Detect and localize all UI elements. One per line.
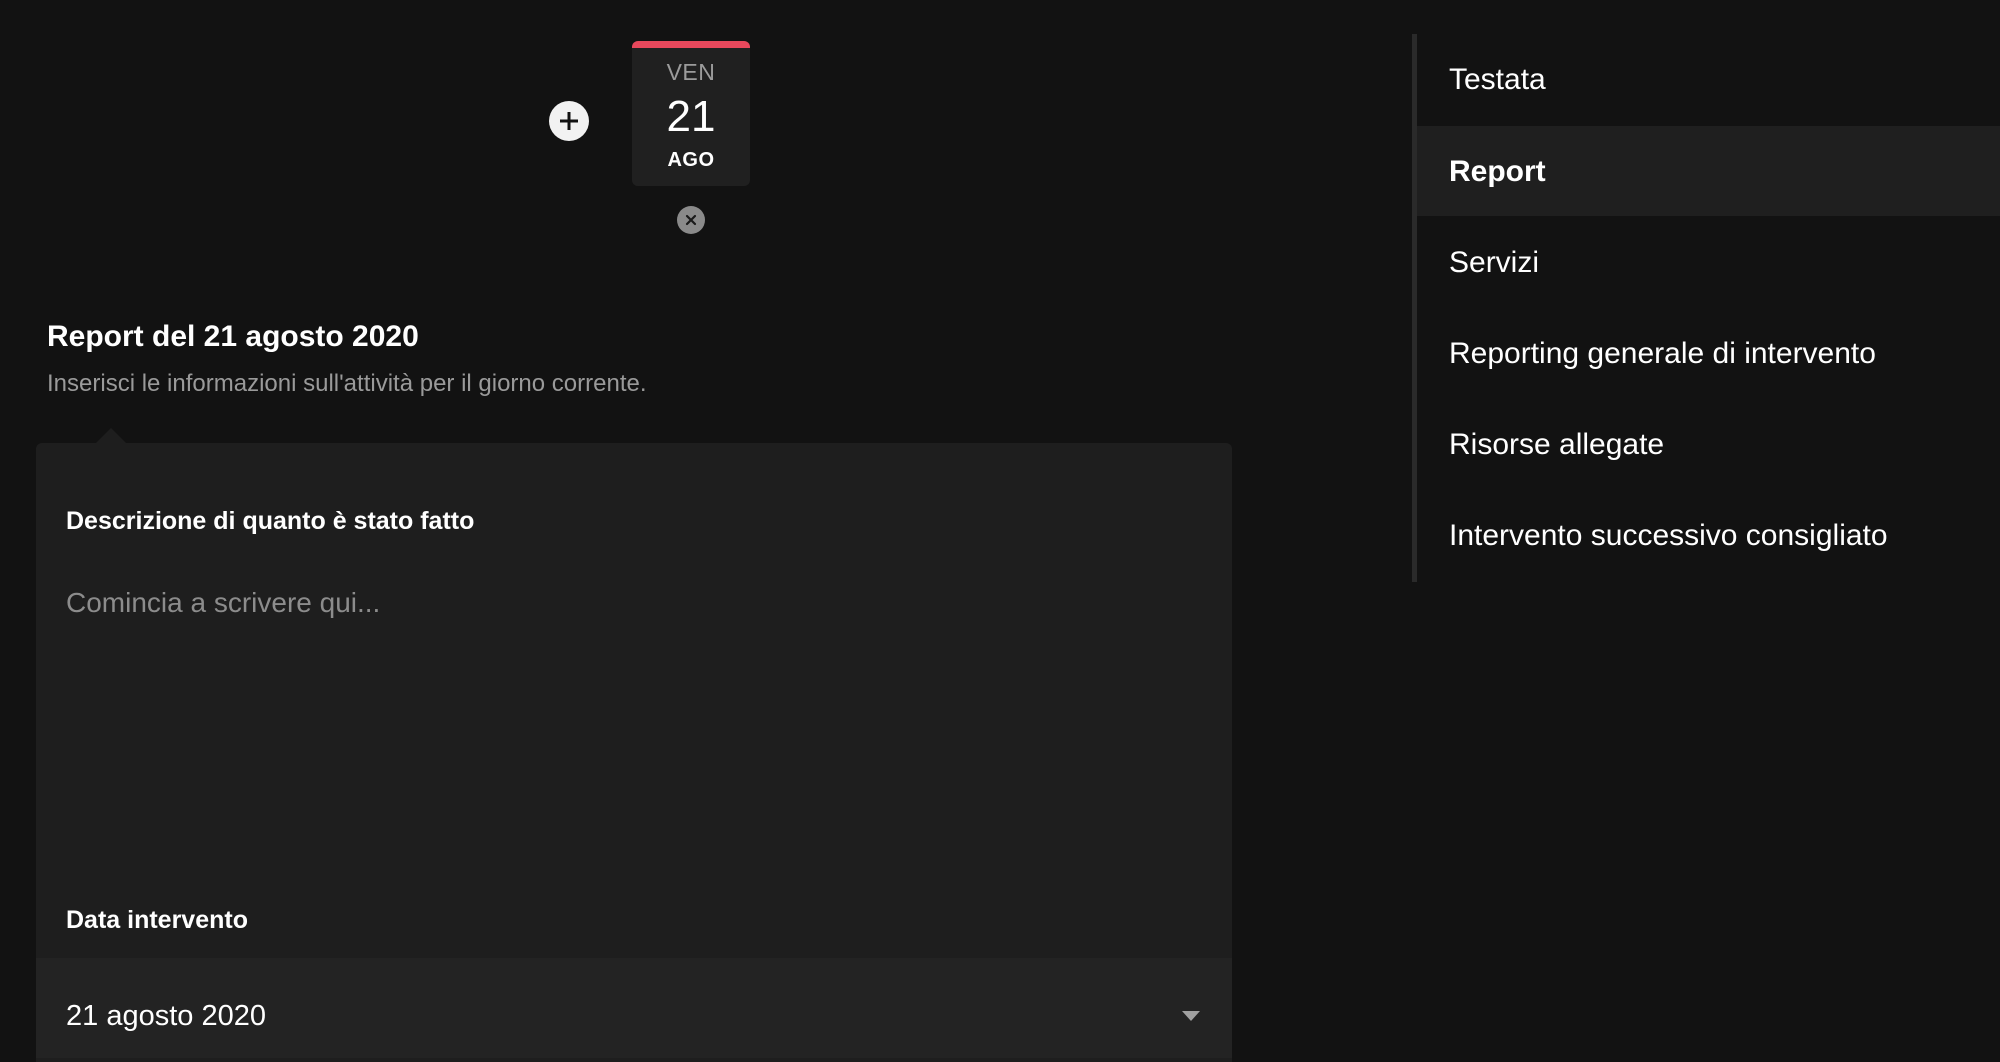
day-card-day-number: 21	[666, 92, 716, 141]
intervention-date-select[interactable]: 21 agosto 2020	[36, 958, 1232, 1058]
nav-item-testata[interactable]: Testata	[1417, 34, 2000, 124]
report-title: Report del 21 agosto 2020	[47, 320, 419, 353]
intervention-date-value: 21 agosto 2020	[66, 1000, 266, 1032]
card-pointer	[95, 428, 127, 444]
report-page: VEN 21 AGO Report del 21 agosto 2020 Ins…	[0, 0, 2000, 1062]
day-card-weekday: VEN	[666, 59, 716, 85]
intervention-date-label: Data intervento	[66, 906, 248, 934]
add-day-button[interactable]	[549, 101, 589, 141]
nav-item-servizi[interactable]: Servizi	[1417, 217, 2000, 307]
nav-item-label: Report	[1449, 155, 1546, 188]
close-icon	[685, 214, 697, 226]
nav-item-label: Risorse allegate	[1449, 428, 1665, 461]
description-textarea[interactable]	[66, 585, 1196, 865]
section-nav: Testata Report Servizi Reporting general…	[1412, 34, 2000, 582]
nav-item-label: Testata	[1449, 63, 1546, 96]
nav-item-label: Reporting generale di intervento	[1449, 337, 1876, 370]
description-label: Descrizione di quanto è stato fatto	[66, 507, 475, 535]
day-card-month: AGO	[667, 149, 715, 171]
nav-item-intervento-successivo[interactable]: Intervento successivo consigliato	[1417, 490, 2000, 580]
remove-day-button[interactable]	[677, 206, 705, 234]
nav-item-reporting-generale[interactable]: Reporting generale di intervento	[1417, 308, 2000, 398]
report-subtitle: Inserisci le informazioni sull'attività …	[47, 370, 647, 397]
plus-icon	[560, 112, 578, 130]
nav-item-label: Servizi	[1449, 246, 1540, 279]
nav-item-report[interactable]: Report	[1417, 126, 2000, 216]
nav-item-risorse-allegate[interactable]: Risorse allegate	[1417, 399, 2000, 489]
nav-item-label: Intervento successivo consigliato	[1449, 519, 1888, 552]
selected-day-card[interactable]: VEN 21 AGO	[632, 41, 750, 186]
report-form-card: Descrizione di quanto è stato fatto Data…	[36, 443, 1232, 1062]
caret-down-icon	[1182, 1011, 1200, 1021]
day-card-accent	[632, 41, 750, 48]
